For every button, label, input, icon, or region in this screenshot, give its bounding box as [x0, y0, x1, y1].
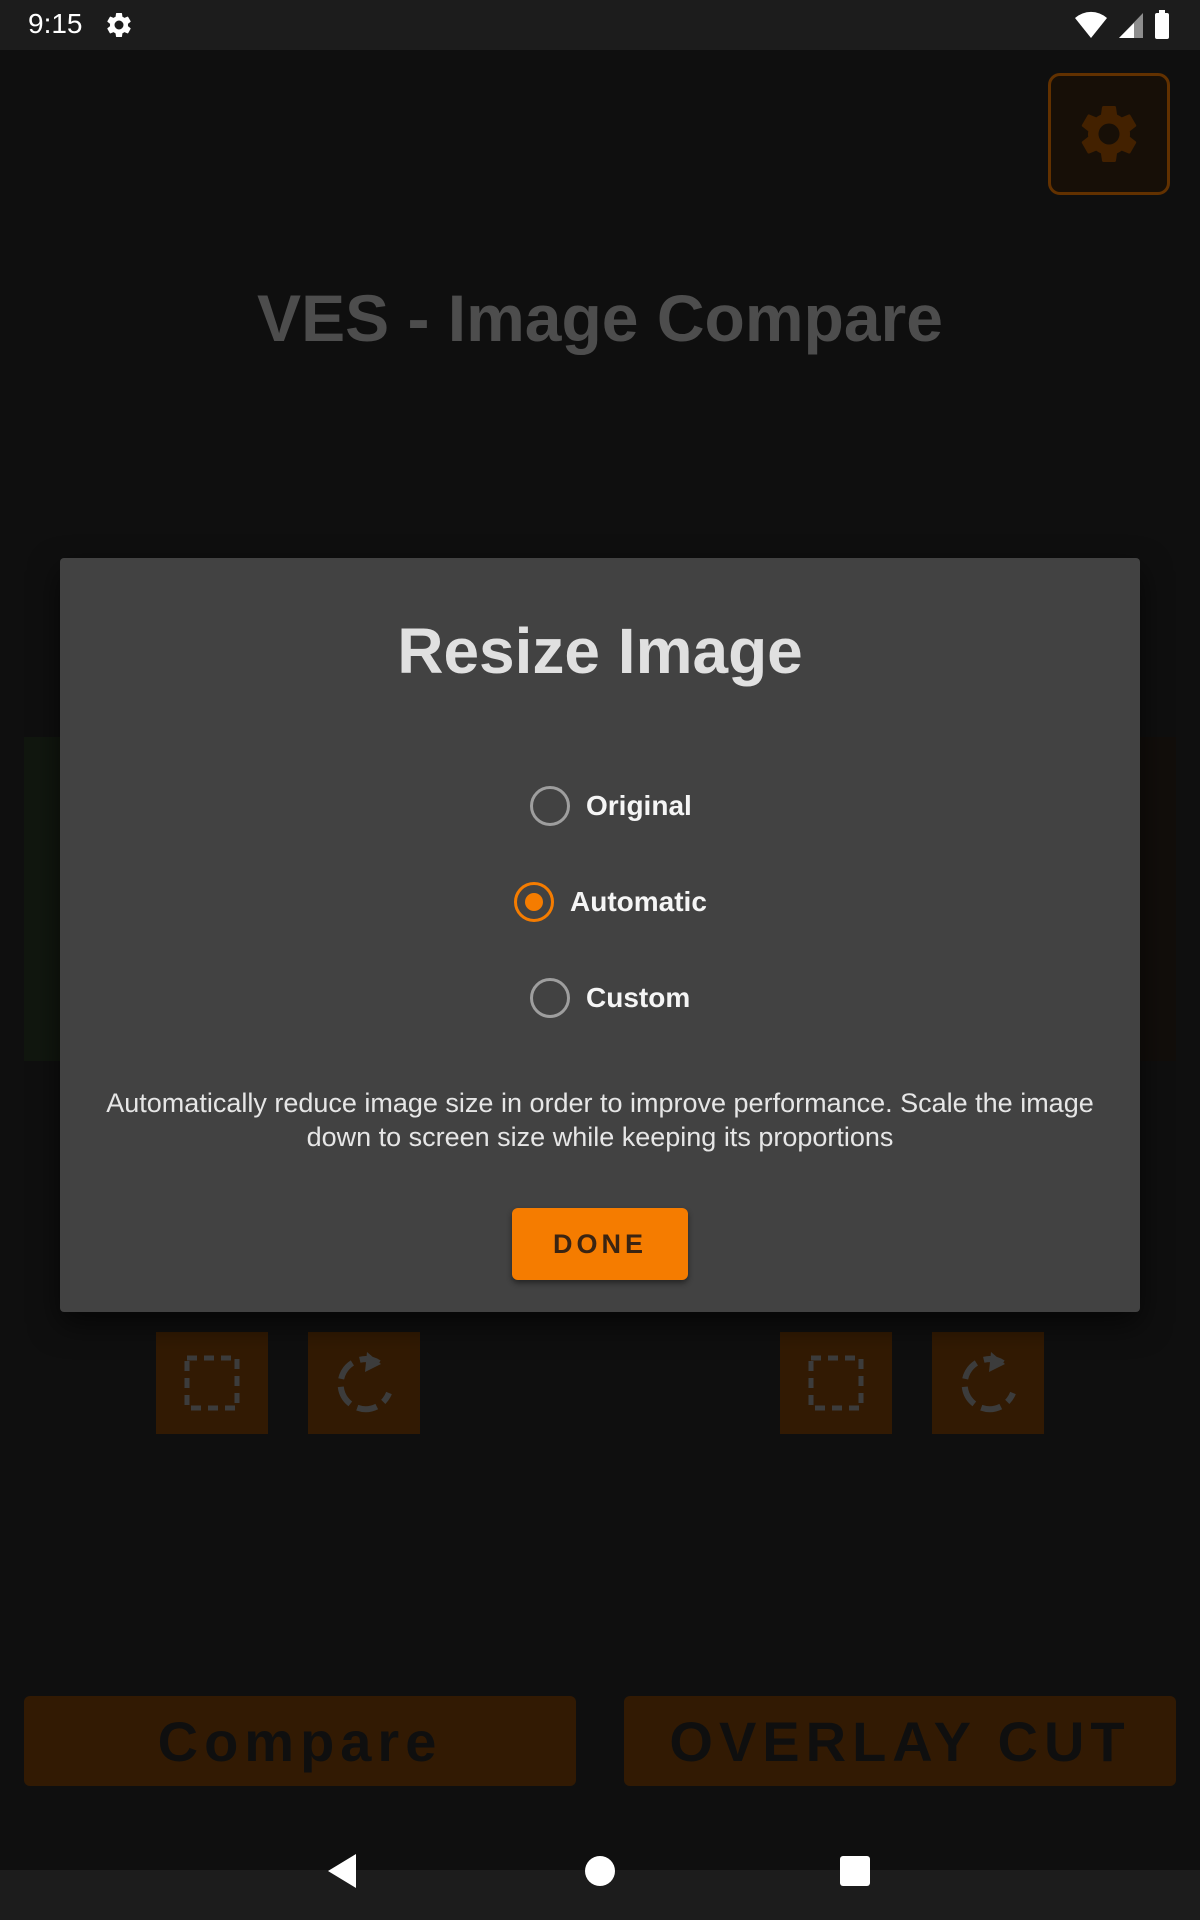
dialog-title: Resize Image: [397, 615, 803, 687]
radio-button-custom[interactable]: [530, 978, 570, 1018]
battery-icon: [1155, 10, 1169, 39]
option-description: Automatically reduce image size in order…: [106, 1088, 1094, 1152]
back-icon[interactable]: [326, 1852, 358, 1890]
radio-button-automatic[interactable]: [514, 882, 554, 922]
radio-label-custom: Custom: [586, 982, 691, 1013]
status-time: 9:15: [28, 8, 83, 39]
radio-option-automatic[interactable]: Automatic: [514, 882, 707, 922]
status-bar: 9:15: [0, 0, 1200, 50]
radio-label-original: Original: [586, 790, 692, 821]
navigation-bar: [0, 1840, 1200, 1920]
recents-icon[interactable]: [840, 1856, 870, 1886]
home-icon[interactable]: [585, 1856, 615, 1886]
radio-label-automatic: Automatic: [570, 886, 707, 917]
wifi-icon: [1075, 11, 1107, 38]
settings-icon: [107, 12, 131, 38]
radio-button-original[interactable]: [530, 786, 570, 826]
radio-option-original[interactable]: Original: [530, 786, 692, 826]
resize-image-dialog: Resize Image Original Automatic Custom A…: [60, 558, 1140, 1312]
done-button[interactable]: DONE: [512, 1208, 688, 1280]
radio-option-custom[interactable]: Custom: [530, 978, 690, 1018]
signal-icon: [1119, 13, 1143, 38]
status-icons: [1074, 10, 1170, 40]
